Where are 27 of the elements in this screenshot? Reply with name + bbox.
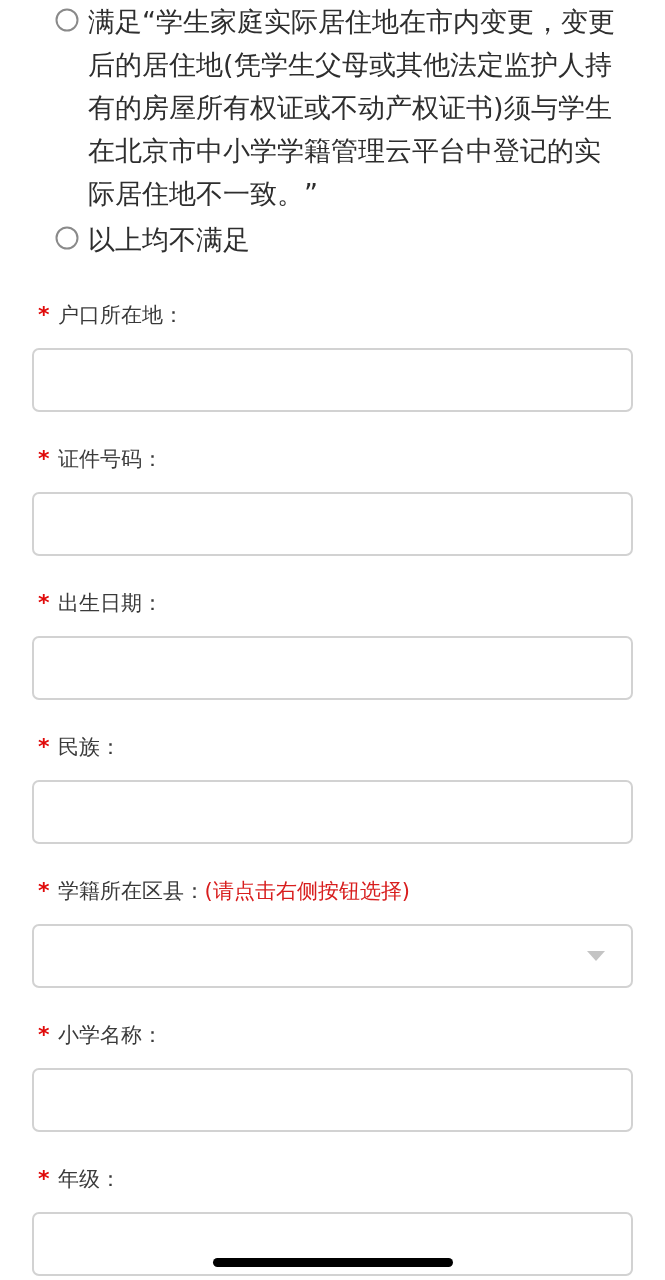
- required-asterisk: *: [38, 445, 50, 473]
- input-field[interactable]: [32, 636, 633, 700]
- input-field[interactable]: [32, 1068, 633, 1132]
- field-label: 小学名称：: [57, 1022, 163, 1049]
- input-field[interactable]: [32, 1212, 633, 1276]
- field-label: 年级：: [57, 1166, 121, 1193]
- dropdown-field[interactable]: [32, 924, 633, 988]
- field-label: 户口所在地：: [57, 302, 184, 329]
- caret-icon: [587, 951, 605, 961]
- required-asterisk: *: [38, 733, 50, 761]
- field-label: 出生日期：: [57, 590, 163, 617]
- required-asterisk: *: [38, 301, 50, 329]
- radio-button[interactable]: [55, 8, 79, 32]
- field-label: 学籍所在区县：: [57, 878, 205, 905]
- required-asterisk: *: [38, 589, 50, 617]
- field-hint: (请点击右侧按钮选择): [204, 878, 410, 905]
- input-field[interactable]: [32, 348, 633, 412]
- option-label[interactable]: 满足“学生家庭实际居住地在市内变更，变更后的居住地(凭学生父母或其他法定监护人持有的房屋所有权证或不动产权证书)须与学生在北京市中小学学籍管理云平台中登记的实际居住地不一致。”: [88, 0, 625, 215]
- required-asterisk: *: [38, 1021, 50, 1049]
- input-field[interactable]: [32, 780, 633, 844]
- radio-button[interactable]: [55, 226, 79, 250]
- field-label: 证件号码：: [57, 446, 163, 473]
- required-asterisk: *: [38, 1165, 50, 1193]
- option-label[interactable]: 以上均不满足: [88, 218, 625, 261]
- field-label: 民族：: [57, 734, 121, 761]
- input-field[interactable]: [32, 492, 633, 556]
- required-asterisk: *: [38, 877, 50, 905]
